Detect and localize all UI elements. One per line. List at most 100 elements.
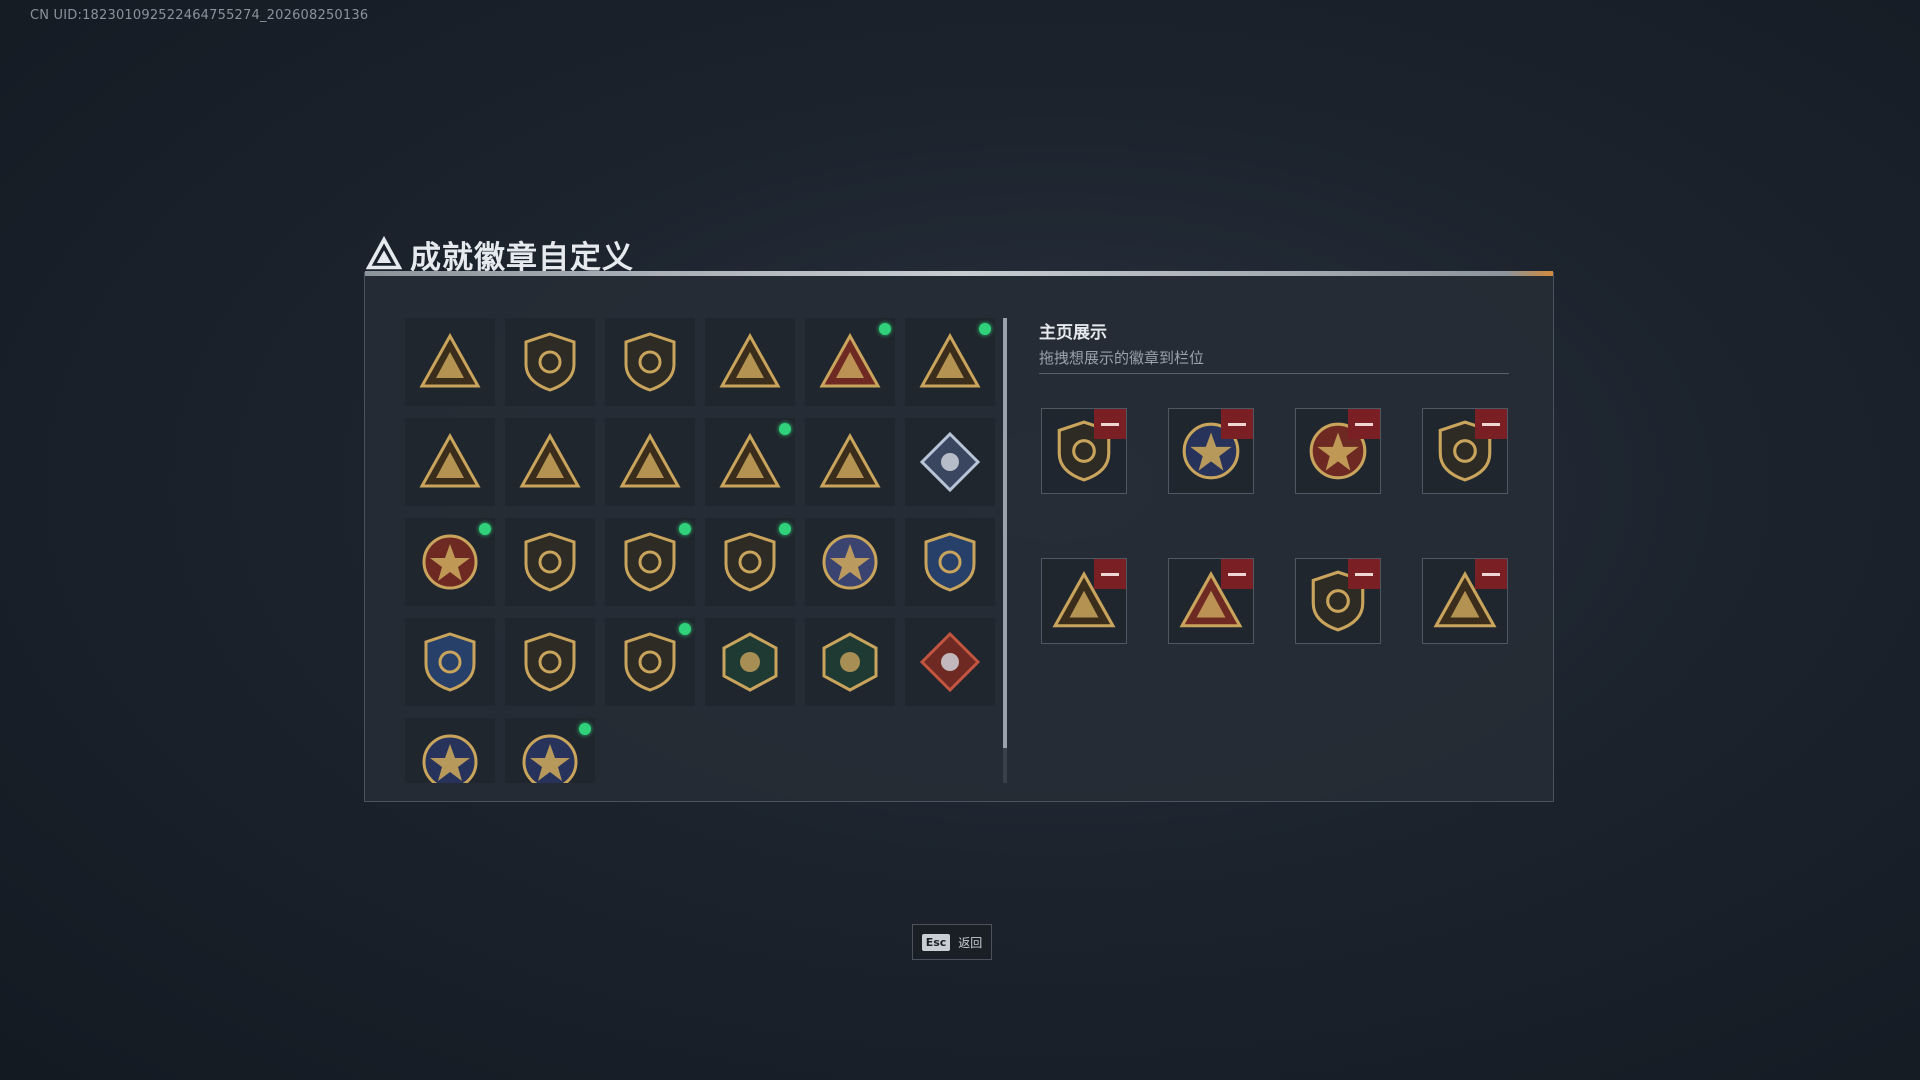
badge-cell[interactable]	[505, 318, 595, 406]
showcase-slots	[1041, 408, 1508, 644]
showcase-header: 主页展示 拖拽想展示的徽章到栏位	[1039, 318, 1204, 368]
badge-cell[interactable]	[805, 518, 895, 606]
badge-cell[interactable]	[505, 618, 595, 706]
badge-cell[interactable]	[805, 418, 895, 506]
remove-badge-button[interactable]	[1094, 559, 1126, 589]
new-indicator-dot	[479, 523, 491, 535]
minus-icon	[1228, 572, 1246, 576]
badge-cell[interactable]	[505, 418, 595, 506]
badge-cell[interactable]	[405, 418, 495, 506]
new-indicator-dot	[579, 723, 591, 735]
diamond-gem-badge-icon	[919, 431, 981, 493]
badge-cell[interactable]	[705, 618, 795, 706]
badge-cell[interactable]	[905, 618, 995, 706]
showcase-divider	[1039, 373, 1509, 374]
badge-cell[interactable]	[805, 318, 895, 406]
esc-key-hint: Esc	[921, 933, 951, 951]
badge-cell[interactable]	[405, 318, 495, 406]
back-button[interactable]: Esc 返回	[912, 924, 992, 960]
showcase-slot[interactable]	[1041, 408, 1127, 494]
uid-label: CN UID:182301092522464755274_20260825013…	[30, 8, 369, 23]
helicopter-badge-icon	[524, 332, 576, 392]
badge-cell[interactable]	[905, 418, 995, 506]
badge-cell[interactable]	[905, 518, 995, 606]
minus-icon	[1228, 422, 1246, 426]
showcase-slot[interactable]	[1168, 408, 1254, 494]
remove-badge-button[interactable]	[1094, 409, 1126, 439]
gold-crest-badge-icon	[624, 632, 676, 692]
red-star-medal-icon	[422, 534, 478, 590]
panel-top-divider	[365, 271, 1553, 276]
minus-icon	[1355, 422, 1373, 426]
gun-hexagon-badge-icon	[822, 632, 878, 692]
crosshair-shield-badge-icon	[924, 532, 976, 592]
badge-cell[interactable]	[905, 318, 995, 406]
remove-badge-button[interactable]	[1348, 559, 1380, 589]
number-one-badge-icon	[519, 432, 581, 488]
wolf-round-badge-icon	[422, 734, 478, 783]
badge-cell[interactable]	[705, 518, 795, 606]
badge-customize-panel: 主页展示 拖拽想展示的徽章到栏位	[364, 271, 1554, 802]
badge-grid-scrollbar[interactable]	[1003, 318, 1007, 783]
dragon-diamond-badge-icon	[919, 631, 981, 693]
remove-badge-button[interactable]	[1221, 559, 1253, 589]
new-indicator-dot	[779, 423, 791, 435]
showcase-subtitle: 拖拽想展示的徽章到栏位	[1039, 349, 1205, 367]
new-indicator-dot	[979, 323, 991, 335]
new-indicator-dot	[879, 323, 891, 335]
badge-cell[interactable]	[805, 618, 895, 706]
navy-crosshair-badge-icon	[424, 632, 476, 692]
badge-cell[interactable]	[605, 318, 695, 406]
badge-cell[interactable]	[605, 518, 695, 606]
badge-cell[interactable]	[605, 418, 695, 506]
minus-icon	[1355, 572, 1373, 576]
showcase-slot[interactable]	[1041, 558, 1127, 644]
showcase-slot[interactable]	[1422, 558, 1508, 644]
showcase-slot[interactable]	[1422, 408, 1508, 494]
new-indicator-dot	[679, 623, 691, 635]
page-title: 成就徽章自定义	[410, 239, 634, 276]
minus-icon	[1482, 572, 1500, 576]
triangle-logo-badge-icon	[419, 332, 481, 388]
badge-cell[interactable]	[705, 418, 795, 506]
page-header: 成就徽章自定义	[366, 232, 634, 276]
fist-triangle-badge-icon	[619, 432, 681, 488]
showcase-title: 主页展示	[1039, 323, 1107, 343]
wolf-round-gold-badge-icon	[522, 734, 578, 783]
bird-hexagon-badge-icon	[722, 632, 778, 692]
minus-icon	[1101, 422, 1119, 426]
badge-cell[interactable]	[405, 618, 495, 706]
back-label: 返回	[958, 935, 983, 950]
wings-shield-badge-icon	[524, 532, 576, 592]
scrollbar-thumb[interactable]	[1003, 318, 1007, 748]
star-emblem-badge-icon	[919, 332, 981, 388]
soldier-triangle-badge-icon	[719, 432, 781, 488]
lion-shield-badge-icon	[724, 532, 776, 592]
new-indicator-dot	[779, 523, 791, 535]
badge-cell[interactable]	[405, 718, 495, 783]
minus-icon	[1101, 572, 1119, 576]
badge-cell[interactable]	[705, 318, 795, 406]
minus-icon	[1482, 422, 1500, 426]
ss-emblem-badge-icon	[719, 332, 781, 388]
showcase-slot[interactable]	[1168, 558, 1254, 644]
badge-cell[interactable]	[505, 718, 595, 783]
rocket-triangle-badge-icon	[819, 432, 881, 488]
remove-badge-button[interactable]	[1475, 409, 1507, 439]
skull-round-badge-icon	[822, 534, 878, 590]
remove-badge-button[interactable]	[1348, 409, 1380, 439]
badge-cell[interactable]	[405, 518, 495, 606]
new-indicator-dot	[679, 523, 691, 535]
remove-badge-button[interactable]	[1475, 559, 1507, 589]
helmet-triangle-badge-icon	[419, 432, 481, 488]
badge-collection-grid[interactable]	[405, 318, 1005, 783]
eagle-crest-badge-icon	[624, 532, 676, 592]
sb-emblem-badge-icon	[819, 332, 881, 388]
badge-cell[interactable]	[505, 518, 595, 606]
badge-cell[interactable]	[605, 618, 695, 706]
showcase-slot[interactable]	[1295, 558, 1381, 644]
showcase-slot[interactable]	[1295, 408, 1381, 494]
jet-shield-badge-icon	[624, 332, 676, 392]
triangle-logo-icon	[366, 236, 402, 270]
remove-badge-button[interactable]	[1221, 409, 1253, 439]
